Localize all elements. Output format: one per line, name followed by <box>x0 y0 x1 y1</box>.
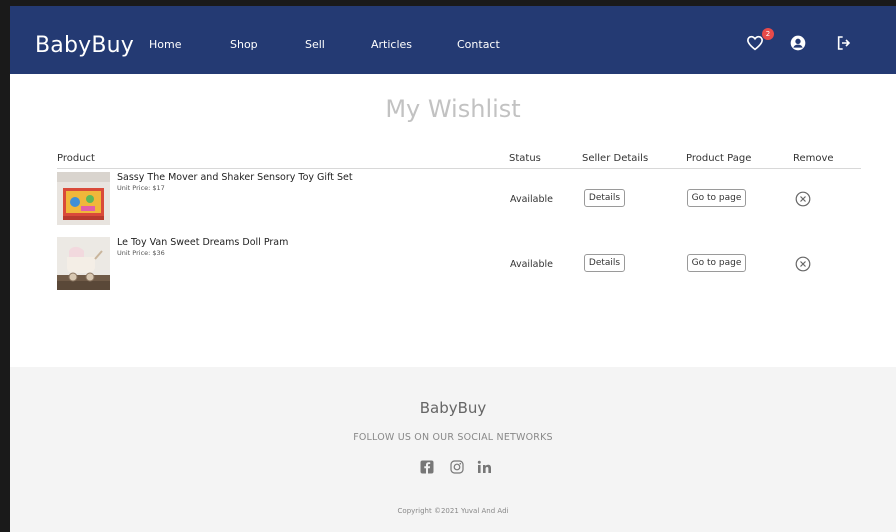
unit-price: Unit Price: $17 <box>117 184 165 192</box>
copyright-text: Copyright ©2021 Yuval And Adi <box>397 507 509 515</box>
sign-out-icon[interactable] <box>836 35 854 53</box>
navbar: BabyBuy Home Shop Sell Articles Contact … <box>10 6 896 74</box>
page-frame: BabyBuy Home Shop Sell Articles Contact … <box>10 6 896 532</box>
linkedin-icon[interactable] <box>477 459 493 475</box>
nav-contact[interactable]: Contact <box>457 37 500 53</box>
details-button[interactable]: Details <box>584 254 625 272</box>
product-name[interactable]: Sassy The Mover and Shaker Sensory Toy G… <box>117 172 353 184</box>
table-row: Le Toy Van Sweet Dreams Doll Pram Unit P… <box>57 237 861 293</box>
nav-shop[interactable]: Shop <box>230 37 258 53</box>
header-product-page: Product Page <box>686 153 752 164</box>
header-remove: Remove <box>793 153 834 164</box>
product-image[interactable] <box>57 237 110 290</box>
footer-brand: BabyBuy <box>419 399 487 417</box>
footer: BabyBuy FOLLOW US ON OUR SOCIAL NETWORKS… <box>10 367 896 532</box>
table-header: Product Status Seller Details Product Pa… <box>57 151 861 169</box>
go-to-page-button[interactable]: Go to page <box>687 254 746 272</box>
nav-articles[interactable]: Articles <box>371 37 412 53</box>
product-image[interactable] <box>57 172 110 225</box>
remove-icon[interactable] <box>795 191 811 207</box>
status-text: Available <box>510 259 554 270</box>
status-text: Available <box>510 194 554 205</box>
facebook-icon[interactable] <box>420 459 436 475</box>
page-title: My Wishlist <box>385 95 521 123</box>
user-circle-icon[interactable] <box>790 35 808 53</box>
go-to-page-button[interactable]: Go to page <box>687 189 746 207</box>
brand-logo[interactable]: BabyBuy <box>35 32 134 60</box>
header-product: Product <box>57 153 95 164</box>
product-name[interactable]: Le Toy Van Sweet Dreams Doll Pram <box>117 237 288 249</box>
nav-home[interactable]: Home <box>149 37 181 53</box>
table-row: Sassy The Mover and Shaker Sensory Toy G… <box>57 172 861 228</box>
unit-price: Unit Price: $36 <box>117 249 165 257</box>
wishlist-count-badge: 2 <box>762 28 774 40</box>
nav-sell[interactable]: Sell <box>305 37 325 53</box>
follow-us-text: FOLLOW US ON OUR SOCIAL NETWORKS <box>353 432 553 443</box>
details-button[interactable]: Details <box>584 189 625 207</box>
header-status: Status <box>509 153 541 164</box>
instagram-icon[interactable] <box>450 459 466 475</box>
heart-icon[interactable] <box>746 34 764 52</box>
header-seller-details: Seller Details <box>582 153 649 164</box>
remove-icon[interactable] <box>795 256 811 272</box>
